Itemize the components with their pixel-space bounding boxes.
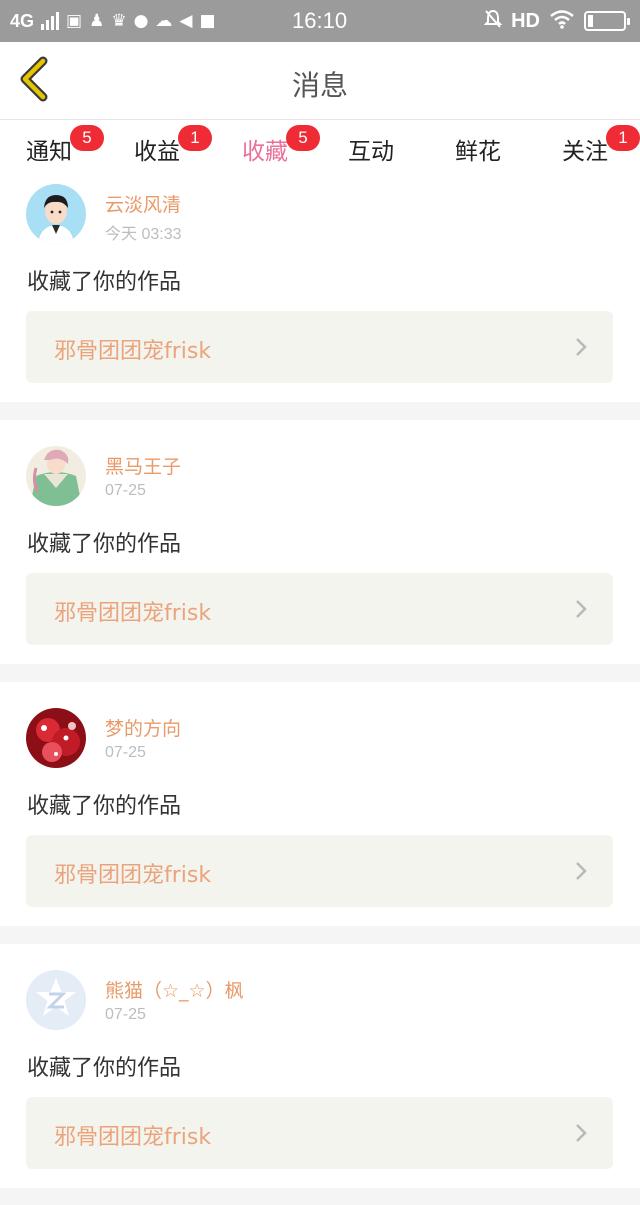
chevron-right-icon	[576, 600, 587, 618]
tab-label: 互动	[348, 139, 394, 165]
action-text: 收藏了你的作品	[27, 1056, 182, 1081]
mute-icon: ◀	[179, 11, 193, 31]
chevron-right-icon	[576, 862, 587, 880]
unread-badge: 1	[178, 125, 212, 151]
divider	[0, 926, 640, 944]
tab-label: 收藏	[242, 139, 288, 165]
tab-label: 通知	[26, 139, 72, 165]
notification-item: 黑马王子 07-25 收藏了你的作品 邪骨团团宠frisk	[0, 440, 640, 664]
status-left: 4G ▣ ♟ ♛ ● ☁ ◀ ■	[10, 7, 216, 35]
timestamp: 07-25	[105, 482, 146, 499]
timestamp: 今天 03:33	[105, 226, 182, 243]
avatar[interactable]	[26, 708, 86, 768]
page-title: 消息	[291, 69, 348, 102]
timestamp: 07-25	[105, 744, 146, 761]
cloud-icon: ☁	[155, 11, 173, 31]
battery-icon	[584, 11, 630, 31]
wifi-icon	[549, 9, 575, 33]
chevron-right-icon	[576, 338, 587, 356]
photo-icon: ▣	[66, 11, 83, 31]
app-notification-icon: ■	[199, 11, 216, 31]
silent-bell-icon	[483, 9, 503, 34]
username[interactable]: 云淡风清	[105, 190, 181, 217]
notification-item: 熊猫（☆_☆）枫 07-25 收藏了你的作品 邪骨团团宠frisk	[0, 964, 640, 1188]
work-link[interactable]: 邪骨团团宠frisk	[26, 1097, 613, 1169]
work-title: 邪骨团团宠frisk	[54, 1125, 212, 1150]
work-link[interactable]: 邪骨团团宠frisk	[26, 573, 613, 645]
avatar[interactable]	[26, 446, 86, 506]
status-right: HD	[483, 8, 630, 34]
timestamp: 07-25	[105, 1006, 146, 1023]
status-bar: 4G ▣ ♟ ♛ ● ☁ ◀ ■ 16:10 HD	[0, 0, 640, 42]
divider	[0, 664, 640, 682]
browser-icon: ●	[133, 11, 149, 31]
crown-icon: ♛	[111, 11, 127, 31]
unread-badge: 5	[286, 125, 320, 151]
unread-badge: 1	[606, 125, 640, 151]
notification-item: 梦的方向 07-25 收藏了你的作品 邪骨团团宠frisk	[0, 702, 640, 926]
chevron-right-icon	[576, 1124, 587, 1142]
tab-notifications[interactable]: 通知 5	[26, 125, 104, 172]
username[interactable]: 熊猫（☆_☆）枫	[105, 976, 244, 1003]
avatar[interactable]	[26, 970, 86, 1030]
network-type: 4G	[10, 10, 35, 31]
action-text: 收藏了你的作品	[27, 270, 182, 295]
tab-following[interactable]: 关注 1	[562, 125, 640, 172]
title-bar: 消息	[0, 42, 640, 120]
username[interactable]: 梦的方向	[105, 714, 181, 741]
tab-bar: 通知 5 收益 1 收藏 5 互动 鲜花 关注 1	[0, 120, 640, 184]
tab-interactions[interactable]: 互动	[348, 132, 394, 172]
unread-badge: 5	[70, 125, 104, 151]
qq-icon: ♟	[89, 11, 105, 31]
tab-flowers[interactable]: 鲜花	[455, 132, 501, 172]
work-link[interactable]: 邪骨团团宠frisk	[26, 835, 613, 907]
tab-earnings[interactable]: 收益 1	[134, 125, 212, 172]
divider	[0, 402, 640, 420]
action-text: 收藏了你的作品	[27, 794, 182, 819]
username[interactable]: 黑马王子	[105, 452, 181, 479]
notification-item: 云淡风清 今天 03:33 收藏了你的作品 邪骨团团宠frisk	[0, 178, 640, 402]
hd-indicator: HD	[511, 9, 540, 32]
signal-icon	[41, 12, 60, 30]
work-title: 邪骨团团宠frisk	[54, 601, 212, 626]
clock: 16:10	[292, 8, 348, 33]
avatar[interactable]	[26, 184, 86, 244]
tab-label: 关注	[562, 139, 608, 165]
work-title: 邪骨团团宠frisk	[54, 339, 212, 364]
tab-label: 鲜花	[455, 139, 501, 165]
work-title: 邪骨团团宠frisk	[54, 863, 212, 888]
work-link[interactable]: 邪骨团团宠frisk	[26, 311, 613, 383]
tab-label: 收益	[134, 139, 180, 165]
divider	[0, 1188, 640, 1205]
action-text: 收藏了你的作品	[27, 532, 182, 557]
tab-favorites[interactable]: 收藏 5	[242, 125, 320, 184]
